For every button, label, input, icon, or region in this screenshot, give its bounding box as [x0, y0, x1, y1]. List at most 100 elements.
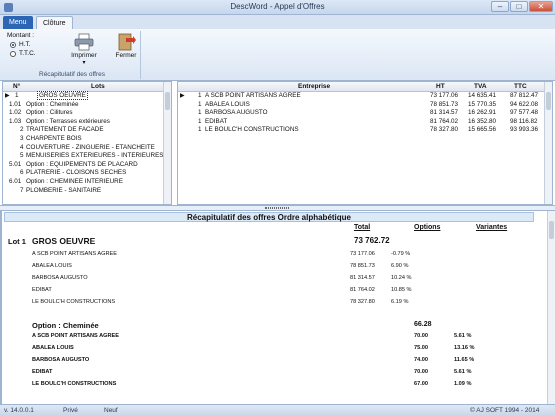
lot-prefix: Lot 1: [8, 237, 26, 246]
ent-ht: 81 764.02: [430, 117, 459, 125]
scroll-thumb[interactable]: [549, 221, 554, 239]
tab-cloture[interactable]: Clôture: [36, 16, 73, 29]
lot-num: 6: [20, 169, 24, 177]
offer-name: ABALEA LOUIS: [32, 263, 72, 269]
close-icon[interactable]: ✕: [529, 1, 553, 12]
title-bar: DescWord - Appel d'Offres – □ ✕: [0, 0, 555, 15]
option-offer-pct: 13.16 %: [454, 345, 475, 351]
lot-label: MENUISERIES EXTERIEURES - INTERIEURES: [26, 152, 164, 160]
lots-row[interactable]: 6 PLATRERIE - CLOISONS SECHES: [3, 169, 171, 178]
lot-num: 1.02: [9, 109, 22, 117]
tab-menu[interactable]: Menu: [3, 16, 33, 29]
entreprise-row[interactable]: 1 BARBOSA AUGUSTO 81 314.57 16 262.91 97…: [178, 109, 552, 118]
lot-total: 73 762.72: [354, 236, 390, 245]
scroll-thumb[interactable]: [165, 92, 170, 110]
lot-num: 6.01: [9, 177, 22, 185]
ent-num: 1: [198, 117, 202, 125]
imprimer-label: Imprimer: [71, 52, 97, 59]
lots-row[interactable]: 5.01 Option : EQUIPEMENTS DE PLACARD: [3, 161, 171, 170]
lots-grid[interactable]: N° Lots ▶ 1 GROS OEUVRE 1.01 Option : Che…: [2, 81, 172, 205]
fermer-button[interactable]: Fermer: [111, 33, 141, 59]
lot-label: GROS OEUVRE: [37, 91, 88, 100]
entreprise-grid[interactable]: Entreprise HT TVA TTC ▶ 1 A SCB POINT AR…: [177, 81, 553, 205]
col-variantes-heading: Variantes: [476, 224, 508, 231]
offer-pct: 6.90 %: [391, 263, 409, 269]
lot-num: 1.01: [9, 100, 22, 108]
lots-row[interactable]: 2 TRAITEMENT DE FACADE: [3, 126, 171, 135]
lot-num: 7: [20, 186, 24, 194]
lot-num: 5: [20, 152, 24, 160]
offer-name: EDIBAT: [32, 287, 52, 293]
option-offer-value: 74.00: [414, 357, 428, 363]
lot-label: PLATRERIE - CLOISONS SECHES: [26, 169, 127, 177]
option-name: Option : Cheminée: [32, 321, 99, 330]
dropdown-arrow-icon: ▾: [82, 60, 86, 66]
ent-name: LE BOULC'H CONSTRUCTIONS: [205, 126, 299, 134]
offer-pct: -0.79 %: [391, 251, 411, 257]
entreprise-scrollbar[interactable]: [544, 82, 552, 204]
option-offer-name: BARBOSA AUGUSTO: [32, 357, 90, 363]
lots-row[interactable]: 1.02 Option : Cilitures: [3, 109, 171, 118]
radio-dot-icon: [10, 50, 16, 57]
radio-ht[interactable]: H.T.: [10, 41, 36, 48]
imprimer-button[interactable]: Imprimer ▾: [69, 33, 99, 66]
lot-num: 4: [20, 143, 24, 151]
radio-ttc-label: T.T.C.: [19, 50, 36, 57]
option-offer-name: EDIBAT: [32, 369, 53, 375]
lots-row[interactable]: 4 COUVERTURE - ZINGUERIE - ETANCHEITE: [3, 144, 171, 153]
lots-row[interactable]: 1.01 Option : Cheminée: [3, 101, 171, 110]
offer-pct: 10.85 %: [391, 287, 412, 293]
entreprise-row[interactable]: 1 ABALEA LOUIS 78 851.73 15 770.35 94 62…: [178, 101, 552, 110]
offer-total: 81 764.02: [350, 287, 375, 293]
window-title: DescWord - Appel d'Offres: [230, 2, 325, 11]
ent-ht: 81 314.57: [430, 109, 459, 117]
status-state: Neuf: [104, 407, 118, 414]
lots-row[interactable]: 5 MENUISERIES EXTERIEURES - INTERIEURES: [3, 152, 171, 161]
entreprise-row[interactable]: ▶ 1 A SCB POINT ARTISANS AGREE 73 177.06…: [178, 92, 552, 101]
maximize-icon[interactable]: □: [510, 1, 528, 12]
radio-dot-icon: [10, 41, 16, 48]
lot-label: Option : Cilitures: [26, 109, 73, 117]
col-ttc: TTC: [514, 83, 527, 90]
offer-name: LE BOULC'H CONSTRUCTIONS: [32, 299, 116, 305]
offer-pct: 10.24 %: [391, 275, 412, 281]
lots-row[interactable]: 6.01 Option : CHEMINEE INTERIEURE: [3, 178, 171, 187]
lot-label: PLOMBERIE - SANITAIRE: [26, 186, 102, 194]
col-entreprise: Entreprise: [298, 83, 331, 90]
report-scrollbar[interactable]: [547, 211, 555, 404]
close-door-icon: [118, 33, 136, 51]
entreprise-row[interactable]: 1 EDIBAT 81 764.02 16 352.80 98 116.82: [178, 118, 552, 127]
radio-ttc[interactable]: T.T.C.: [10, 50, 36, 57]
lot-num: 3: [20, 134, 24, 142]
lots-row[interactable]: 3 CHARPENTE BOIS: [3, 135, 171, 144]
offer-total: 78 327.80: [350, 299, 375, 305]
lot-num: 1: [15, 92, 19, 99]
entreprise-row[interactable]: 1 LE BOULC'H CONSTRUCTIONS 78 327.80 15 …: [178, 126, 552, 135]
radio-ht-label: H.T.: [19, 41, 31, 48]
ent-num: 1: [198, 126, 202, 134]
ent-tva: 15 770.35: [468, 100, 497, 108]
status-copyright: © AJ SOFT 1994 - 2014: [470, 407, 540, 414]
lots-row[interactable]: ▶ 1 GROS OEUVRE: [3, 91, 171, 101]
lots-scrollbar[interactable]: [163, 82, 171, 204]
report-preview: Récapitulatif des offres Ordre alphabéti…: [0, 211, 555, 404]
lots-col-lots: Lots: [91, 83, 105, 90]
col-tva: TVA: [474, 83, 487, 90]
lot-label: Option : EQUIPEMENTS DE PLACARD: [26, 160, 138, 168]
ent-tva: 15 665.56: [468, 126, 497, 134]
lots-row[interactable]: 7 PLOMBERIE - SANITAIRE: [3, 187, 171, 196]
lots-row[interactable]: 1.03 Option : Terrasses extérieures: [3, 118, 171, 127]
minimize-icon[interactable]: –: [491, 1, 509, 12]
printer-icon: [74, 33, 94, 51]
offer-total: 78 851.73: [350, 263, 375, 269]
offer-total: 73 177.06: [350, 251, 375, 257]
ent-ht: 78 327.80: [430, 126, 459, 134]
ent-num: 1: [198, 109, 202, 117]
scroll-thumb[interactable]: [546, 92, 551, 110]
lot-label: CHARPENTE BOIS: [26, 134, 82, 142]
offer-name: A SCB POINT ARTISANS AGREE: [32, 251, 117, 257]
ribbon: Montant : H.T. T.T.C. Imprimer ▾ Fermer …: [0, 29, 555, 81]
splitter-grip-icon: [265, 207, 289, 209]
offer-total: 81 314.57: [350, 275, 375, 281]
option-offer-pct: 1.09 %: [454, 381, 472, 387]
